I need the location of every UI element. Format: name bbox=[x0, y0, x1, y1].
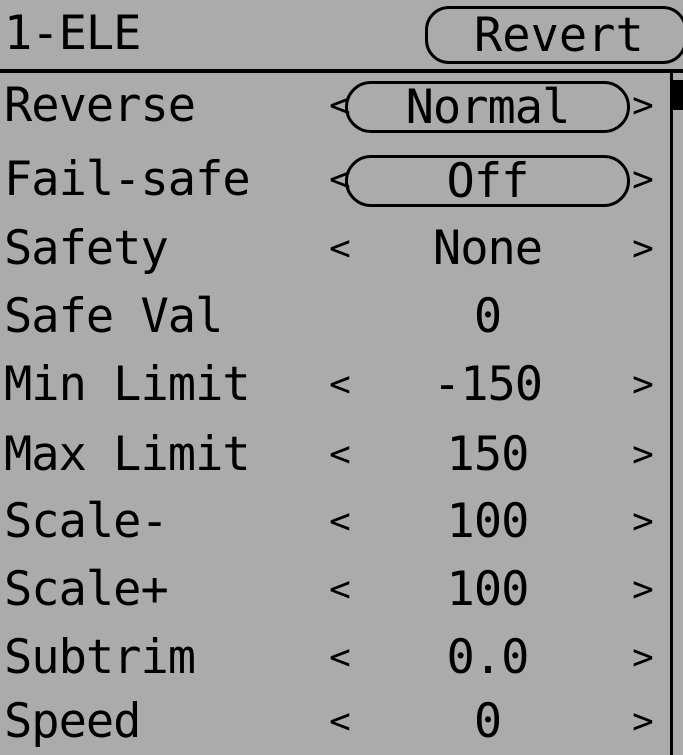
scrollbar[interactable] bbox=[670, 73, 683, 755]
safe-val-row[interactable]: Safe Val 0 bbox=[0, 284, 668, 350]
page-title: 1-ELE bbox=[4, 6, 141, 61]
scale-plus-label: Scale+ bbox=[4, 562, 169, 617]
safe-val-value[interactable]: 0 bbox=[345, 284, 630, 350]
speed-label: Speed bbox=[4, 694, 141, 749]
fail-safe-value[interactable]: Off bbox=[345, 155, 630, 207]
increment-arrow-icon[interactable]: > bbox=[628, 489, 658, 555]
output-settings-screen: 1-ELE Revert Reverse < Normal > Fail-saf… bbox=[0, 0, 683, 755]
speed-value[interactable]: 0 bbox=[345, 689, 630, 755]
safety-value[interactable]: None bbox=[345, 216, 630, 282]
subtrim-row[interactable]: Subtrim < 0.0 > bbox=[0, 625, 668, 691]
increment-arrow-icon[interactable]: > bbox=[628, 147, 658, 213]
increment-arrow-icon[interactable]: > bbox=[628, 216, 658, 282]
increment-arrow-icon[interactable]: > bbox=[628, 73, 658, 139]
increment-arrow-icon[interactable]: > bbox=[628, 625, 658, 691]
reverse-row[interactable]: Reverse < Normal > bbox=[0, 73, 668, 139]
reverse-value[interactable]: Normal bbox=[345, 81, 630, 133]
min-limit-value[interactable]: -150 bbox=[345, 352, 630, 418]
safety-label: Safety bbox=[4, 221, 169, 276]
max-limit-row[interactable]: Max Limit < 150 > bbox=[0, 422, 668, 488]
header: 1-ELE Revert bbox=[0, 0, 683, 73]
max-limit-value[interactable]: 150 bbox=[345, 422, 630, 488]
max-limit-label: Max Limit bbox=[4, 427, 251, 482]
scale-plus-row[interactable]: Scale+ < 100 > bbox=[0, 557, 668, 623]
increment-arrow-icon[interactable]: > bbox=[628, 352, 658, 418]
scale-minus-value[interactable]: 100 bbox=[345, 489, 630, 555]
increment-arrow-icon[interactable]: > bbox=[628, 557, 658, 623]
scrollbar-thumb[interactable] bbox=[673, 80, 683, 110]
increment-arrow-icon[interactable]: > bbox=[628, 689, 658, 755]
fail-safe-row[interactable]: Fail-safe < Off > bbox=[0, 147, 668, 213]
safety-row[interactable]: Safety < None > bbox=[0, 216, 668, 282]
safe-val-label: Safe Val bbox=[4, 289, 223, 344]
increment-arrow-icon[interactable]: > bbox=[628, 422, 658, 488]
subtrim-value[interactable]: 0.0 bbox=[345, 625, 630, 691]
scale-plus-value[interactable]: 100 bbox=[345, 557, 630, 623]
subtrim-label: Subtrim bbox=[4, 630, 196, 685]
scale-minus-label: Scale- bbox=[4, 494, 169, 549]
min-limit-label: Min Limit bbox=[4, 357, 251, 412]
reverse-label: Reverse bbox=[4, 78, 196, 133]
scale-minus-row[interactable]: Scale- < 100 > bbox=[0, 489, 668, 555]
revert-button[interactable]: Revert bbox=[425, 6, 683, 64]
min-limit-row[interactable]: Min Limit < -150 > bbox=[0, 352, 668, 418]
speed-row[interactable]: Speed < 0 > bbox=[0, 689, 668, 755]
fail-safe-label: Fail-safe bbox=[4, 152, 251, 207]
